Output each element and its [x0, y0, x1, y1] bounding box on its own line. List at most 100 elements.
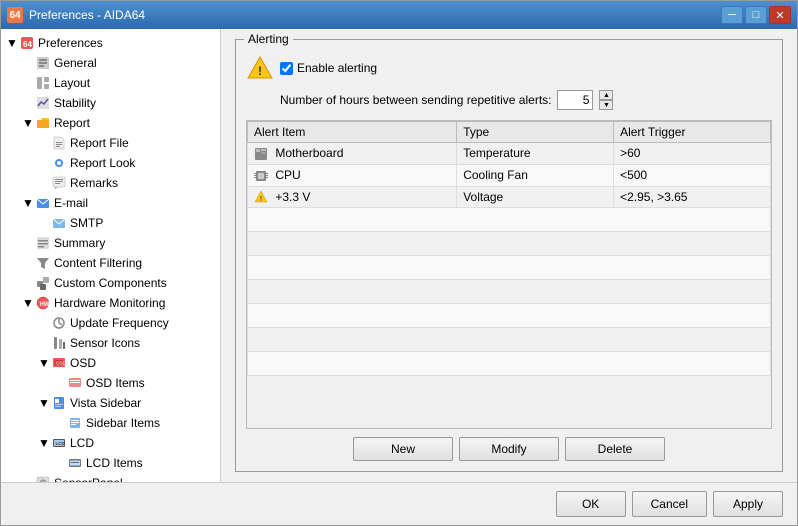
update-freq-icon [51, 315, 67, 331]
enable-alerting-row: ! Enable alerting [246, 54, 772, 82]
remarks-icon [51, 175, 67, 191]
sidebar-item-report-look[interactable]: Report Look [1, 153, 220, 173]
hours-label: Number of hours between sending repetiti… [280, 93, 551, 107]
sidebar-item-remarks[interactable]: Remarks [1, 173, 220, 193]
sensor-panel-icon [35, 475, 51, 482]
sidebar-item-smtp-label: SMTP [70, 216, 103, 230]
cell-item-cpu-label: CPU [275, 168, 300, 182]
sidebar-item-layout[interactable]: Layout [1, 73, 220, 93]
sidebar-item-sensor-panel[interactable]: SensorPanel [1, 473, 220, 482]
hw-monitoring-icon: HW [35, 295, 51, 311]
svg-text:64: 64 [23, 40, 32, 49]
sidebar-item-remarks-label: Remarks [70, 176, 118, 190]
app-icon: 64 [7, 7, 23, 23]
cpu-row-icon [254, 169, 268, 183]
sidebar-item-custom-components[interactable]: Custom Components [1, 273, 220, 293]
content-area: ▼ 64 Preferences General Layou [1, 29, 797, 482]
report-look-icon [51, 155, 67, 171]
sidebar-item-hardware-monitoring[interactable]: ▼ HW Hardware Monitoring [1, 293, 220, 313]
col-header-alert-item: Alert Item [248, 122, 457, 143]
osd-icon: OSD [51, 355, 67, 371]
svg-text:!: ! [260, 197, 262, 203]
title-bar-left: 64 Preferences - AIDA64 [7, 7, 145, 23]
report-folder-icon [35, 115, 51, 131]
alerting-group: Alerting ! Enable alerting [235, 39, 783, 472]
warning-triangle-icon: ! [247, 56, 273, 80]
enable-alerting-checkbox[interactable] [280, 62, 293, 75]
sidebar-item-osd-items-label: OSD Items [86, 376, 145, 390]
sensor-icons-icon [51, 335, 67, 351]
cell-trigger-motherboard: >60 [614, 143, 771, 165]
expand-lcd-icon: ▼ [37, 436, 51, 450]
sidebar-item-update-frequency-label: Update Frequency [70, 316, 169, 330]
sidebar-item-hardware-monitoring-label: Hardware Monitoring [54, 296, 165, 310]
summary-icon [35, 235, 51, 251]
cell-type-voltage: Voltage [457, 186, 614, 208]
sidebar-item-vista-sidebar[interactable]: ▼ Vista Sidebar [1, 393, 220, 413]
col-header-alert-trigger: Alert Trigger [614, 122, 771, 143]
sidebar-item-smtp[interactable]: SMTP [1, 213, 220, 233]
window-title: Preferences - AIDA64 [29, 8, 145, 22]
sidebar-item-osd[interactable]: ▼ OSD OSD [1, 353, 220, 373]
sidebar-item-general-label: General [54, 56, 97, 70]
filter-icon [35, 255, 51, 271]
sidebar-item-summary-label: Summary [54, 236, 105, 250]
sidebar-item-report[interactable]: ▼ Report [1, 113, 220, 133]
cell-trigger-cpu: <500 [614, 164, 771, 186]
hours-decrement-button[interactable]: ▼ [599, 100, 613, 110]
ok-button[interactable]: OK [556, 491, 626, 517]
sidebar-item-lcd-items-label: LCD Items [86, 456, 143, 470]
sidebar-item-preferences[interactable]: ▼ 64 Preferences [1, 33, 220, 53]
sidebar-item-summary[interactable]: Summary [1, 233, 220, 253]
title-bar: 64 Preferences - AIDA64 ─ □ ✕ [1, 1, 797, 29]
delete-button[interactable]: Delete [565, 437, 665, 461]
cell-item-cpu: CPU [248, 164, 457, 186]
sidebar-item-report-file[interactable]: Report File [1, 133, 220, 153]
hours-spinner: ▲ ▼ [599, 90, 613, 110]
stability-icon [35, 95, 51, 111]
table-row-empty [248, 256, 771, 280]
sidebar-item-osd-items[interactable]: OSD Items [1, 373, 220, 393]
modify-button[interactable]: Modify [459, 437, 559, 461]
sidebar-item-general[interactable]: General [1, 53, 220, 73]
cell-item-voltage: ! +3.3 V [248, 186, 457, 208]
hours-input[interactable]: 5 [557, 90, 593, 110]
sidebar-item-content-filtering[interactable]: Content Filtering [1, 253, 220, 273]
action-buttons-row: New Modify Delete [246, 437, 772, 461]
svg-text:LCD: LCD [56, 441, 66, 446]
cancel-button[interactable]: Cancel [632, 491, 707, 517]
sidebar-item-update-frequency[interactable]: Update Frequency [1, 313, 220, 333]
hours-increment-button[interactable]: ▲ [599, 90, 613, 100]
sidebar-item-lcd-label: LCD [70, 436, 94, 450]
svg-text:HW: HW [40, 302, 50, 308]
maximize-button[interactable]: □ [745, 6, 767, 24]
sidebar-item-stability-label: Stability [54, 96, 96, 110]
svg-text:!: ! [258, 64, 262, 78]
svg-text:OSD: OSD [56, 361, 66, 366]
sidebar-item-lcd[interactable]: ▼ LCD LCD [1, 433, 220, 453]
new-button[interactable]: New [353, 437, 453, 461]
enable-alerting-label: Enable alerting [297, 61, 377, 75]
expand-preferences-icon: ▼ [5, 36, 19, 50]
main-window: 64 Preferences - AIDA64 ─ □ ✕ ▼ 64 Prefe… [0, 0, 798, 526]
close-button[interactable]: ✕ [769, 6, 791, 24]
sidebar-item-content-filtering-label: Content Filtering [54, 256, 142, 270]
cell-item-motherboard-label: Motherboard [275, 146, 343, 160]
expand-hw-icon: ▼ [21, 296, 35, 310]
sidebar-item-sidebar-items[interactable]: Sidebar Items [1, 413, 220, 433]
cell-type-cpu: Cooling Fan [457, 164, 614, 186]
sidebar-item-email[interactable]: ▼ E-mail [1, 193, 220, 213]
sidebar-item-lcd-items[interactable]: LCD Items [1, 453, 220, 473]
expand-email-icon: ▼ [21, 196, 35, 210]
voltage-row-icon: ! [254, 190, 268, 204]
sidebar-item-email-label: E-mail [54, 196, 88, 210]
table-row[interactable]: Motherboard Temperature >60 [248, 143, 771, 165]
minimize-button[interactable]: ─ [721, 6, 743, 24]
table-row[interactable]: CPU Cooling Fan <500 [248, 164, 771, 186]
sidebar-item-stability[interactable]: Stability [1, 93, 220, 113]
sidebar-item-sensor-icons[interactable]: Sensor Icons [1, 333, 220, 353]
apply-button[interactable]: Apply [713, 491, 783, 517]
table-row[interactable]: ! +3.3 V Voltage <2.95, >3.65 [248, 186, 771, 208]
warning-icon-container: ! [246, 54, 274, 82]
cell-item-motherboard: Motherboard [248, 143, 457, 165]
